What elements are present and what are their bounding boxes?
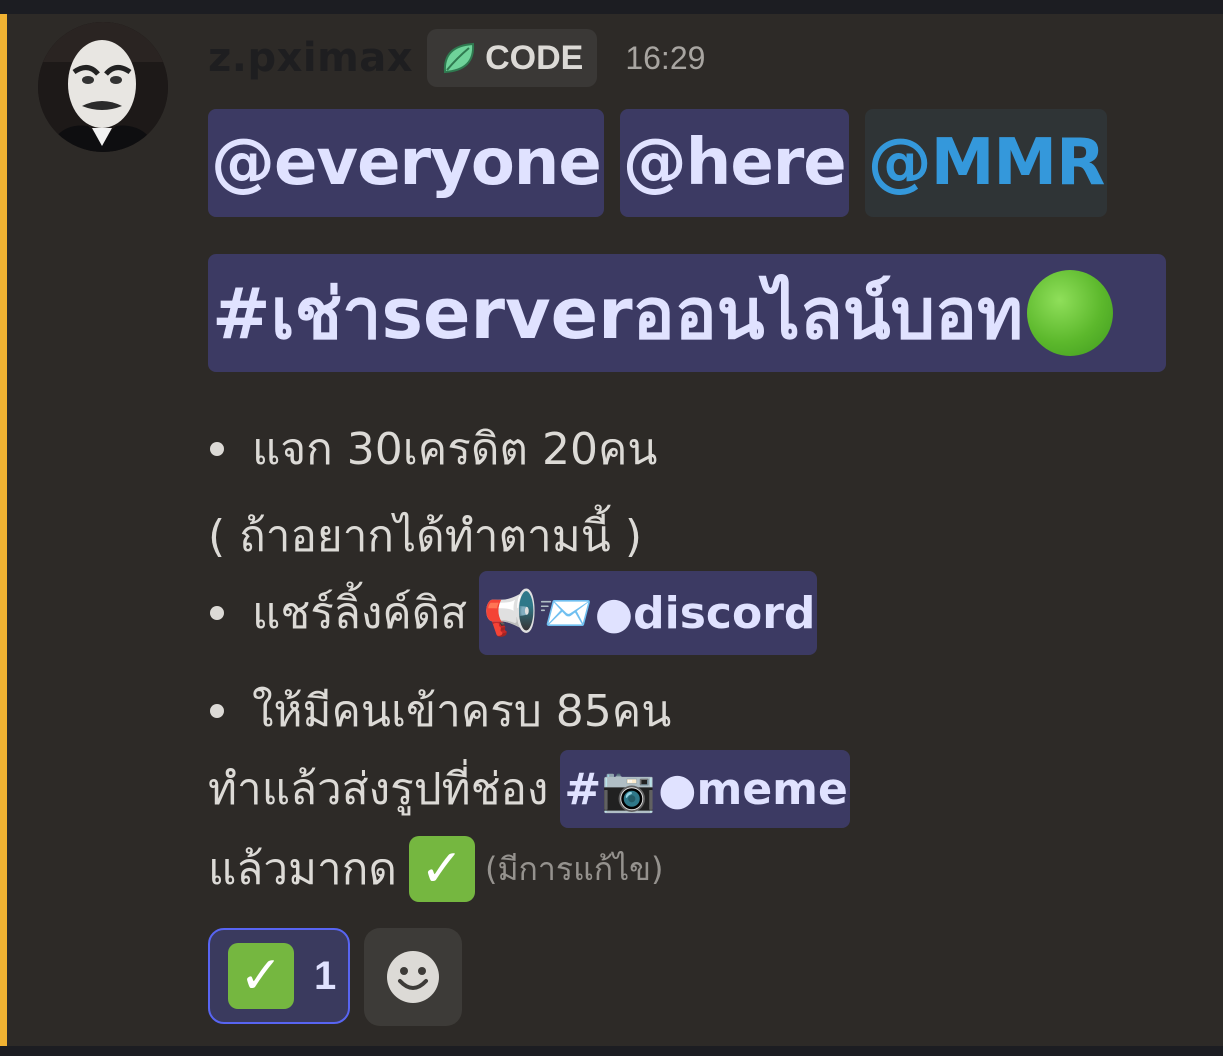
bullet-icon xyxy=(210,606,224,620)
mention-highlight-bar xyxy=(0,14,7,1046)
send-text: ทำแล้วส่งรูปที่ช่อง xyxy=(208,764,549,815)
smiley-icon xyxy=(387,951,439,1003)
mentions-row: @everyone @here @MMR xyxy=(208,109,1108,217)
megaphone-envelope-icon: 📢📨 xyxy=(483,588,593,639)
camera-icon: 📷 xyxy=(601,764,657,815)
green-circle-icon xyxy=(1027,270,1114,356)
bullet-line-2: แชร์ลิ้งค์ดิส 📢📨 ●discord xyxy=(208,571,818,655)
add-reaction-button[interactable] xyxy=(364,928,462,1026)
masked-face-icon xyxy=(38,22,168,152)
channel-mention-rent-server[interactable]: #เช่าserverออนไลน์บอท xyxy=(208,254,1166,372)
role-tag[interactable]: CODE xyxy=(427,29,598,87)
bullet-text-3: ให้มีคนเข้าครบ 85คน xyxy=(252,686,672,737)
channel-name-discord: ●discord xyxy=(594,587,816,639)
bullet-text-2: แชร์ลิ้งค์ดิส xyxy=(252,588,468,639)
note-text: ( ถ้าอยากได้ทำตามนี้ ) xyxy=(208,511,642,562)
reaction-check[interactable]: ✓ 1 xyxy=(208,928,350,1024)
role-tag-label: CODE xyxy=(485,38,584,77)
send-line: ทำแล้วส่งรูปที่ช่อง # 📷 ●meme xyxy=(208,750,850,828)
mention-everyone[interactable]: @everyone xyxy=(208,109,604,217)
bullet-icon xyxy=(210,704,224,718)
mention-here[interactable]: @here xyxy=(619,109,849,217)
check-mark-icon: ✓ xyxy=(408,836,475,902)
check-mark-icon: ✓ xyxy=(228,943,294,1009)
note-line: ( ถ้าอยากได้ทำตามนี้ ) xyxy=(208,501,642,571)
bullet-line-3: ให้มีคนเข้าครบ 85คน xyxy=(208,676,671,746)
mention-role-mmr[interactable]: @MMR xyxy=(864,109,1108,217)
final-line: แล้วมากด ✓ (มีการแก้ไข) xyxy=(208,834,664,904)
leaf-icon xyxy=(444,42,475,74)
bullet-text-1: แจก 30เครดิต 20คน xyxy=(252,424,658,475)
timestamp[interactable]: 16:29 xyxy=(625,40,705,77)
channel-title: #เช่าserverออนไลน์บอท xyxy=(212,272,1024,355)
reaction-count: 1 xyxy=(314,953,337,998)
bullet-line-1: แจก 30เครดิต 20คน xyxy=(208,414,658,484)
channel-name-meme: ●meme xyxy=(658,763,848,815)
final-text: แล้วมากด xyxy=(208,844,397,895)
message-header: z.pximax CODE 16:29 xyxy=(208,28,705,88)
channel-mention-meme[interactable]: # 📷 ●meme xyxy=(560,750,850,828)
message-container: z.pximax CODE 16:29 @everyone @here @MMR… xyxy=(0,14,1223,1046)
username[interactable]: z.pximax xyxy=(208,35,413,81)
channel-hash: # xyxy=(564,763,602,815)
channel-mention-discord[interactable]: 📢📨 ●discord xyxy=(479,571,818,655)
avatar[interactable] xyxy=(38,22,168,152)
edited-label: (มีการแก้ไข) xyxy=(484,849,664,888)
bullet-icon xyxy=(210,442,224,456)
